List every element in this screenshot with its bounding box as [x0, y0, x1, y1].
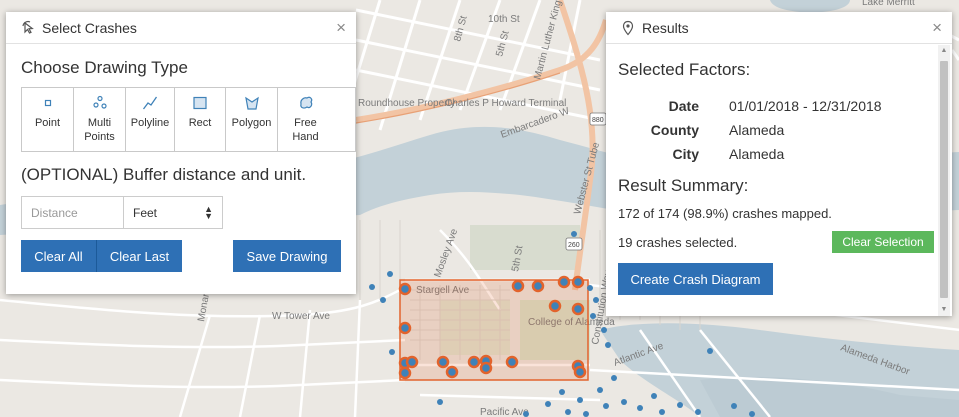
- factor-key: City: [672, 146, 699, 162]
- result-summary-heading: Result Summary:: [618, 176, 749, 195]
- distance-input[interactable]: [21, 196, 124, 229]
- choose-drawing-type-heading: Choose Drawing Type: [21, 58, 188, 77]
- tool-multipoint-button[interactable]: Multi Points: [74, 88, 126, 151]
- tool-point-button[interactable]: Point: [22, 88, 74, 151]
- select-crashes-panel: Select Crashes × Choose Drawing Type Poi…: [6, 12, 356, 294]
- results-content: Selected Factors: Date 01/01/2018 - 12/3…: [606, 45, 938, 316]
- results-title: Results: [642, 19, 689, 36]
- tool-rect-label: Rect: [188, 117, 212, 129]
- clear-all-button[interactable]: Clear All: [21, 240, 97, 272]
- results-scrollbar[interactable]: ▲ ▼: [938, 45, 950, 316]
- select-arrows-icon: ▲ ▼: [204, 203, 213, 221]
- tool-polyline-button[interactable]: Polyline: [126, 88, 175, 151]
- factor-key: County: [650, 122, 699, 138]
- selection-rectangle[interactable]: [399, 279, 589, 381]
- map-label-10th: 10th St: [488, 14, 520, 25]
- create-crash-diagram-button[interactable]: Create Crash Diagram: [618, 263, 773, 295]
- unit-select[interactable]: Feet ▲ ▼: [124, 196, 223, 229]
- map-label-charles: Charles P Howard Terminal: [445, 98, 566, 109]
- crashes-mapped-text: 172 of 174 (98.9%) crashes mapped.: [618, 206, 832, 221]
- rect-icon: [193, 96, 207, 110]
- map-label-roundhouse: Roundhouse Property: [358, 98, 455, 109]
- svg-text:880: 880: [592, 117, 604, 124]
- tool-polyline-label: Polyline: [130, 117, 170, 129]
- scroll-down-icon[interactable]: ▼: [940, 306, 948, 314]
- tool-rect-button[interactable]: Rect: [175, 88, 226, 151]
- selected-factors-heading: Selected Factors:: [618, 60, 751, 79]
- polygon-icon: [244, 96, 259, 110]
- tool-polygon-button[interactable]: Polygon: [226, 88, 278, 151]
- factor-key: Date: [668, 98, 699, 114]
- unit-select-value: Feet: [133, 205, 158, 220]
- cursor-icon: [20, 20, 36, 36]
- crashes-selected-text: 19 crashes selected.: [618, 234, 738, 250]
- tool-freehand-label-2: Hand: [292, 131, 319, 143]
- point-icon: [44, 99, 51, 107]
- factor-value: 01/01/2018 - 12/31/2018: [729, 98, 882, 114]
- selection-row: 19 crashes selected. Clear Selection: [618, 231, 938, 253]
- clear-last-button[interactable]: Clear Last: [97, 240, 182, 272]
- polyline-icon: [142, 96, 158, 110]
- save-drawing-button[interactable]: Save Drawing: [233, 240, 341, 272]
- route-880-shield: 880: [589, 112, 607, 126]
- results-panel: Results × Selected Factors: Date 01/01/2…: [606, 12, 952, 316]
- factor-value: Alameda: [729, 146, 785, 162]
- buffer-row: Feet ▲▼: [21, 196, 356, 229]
- map-label-lake: Lake Merritt: [862, 0, 915, 8]
- scrollbar-thumb[interactable]: [940, 61, 948, 298]
- results-close-icon[interactable]: ×: [932, 19, 942, 36]
- select-crashes-header[interactable]: Select Crashes ×: [6, 12, 356, 44]
- factor-row: Date 01/01/2018 - 12/31/2018: [606, 94, 938, 118]
- tool-multipoint-label-2: Points: [84, 131, 115, 143]
- drawing-tools: Point Multi Points Polyline Rect Polygon …: [21, 87, 356, 152]
- route-260-shield: 260: [565, 237, 583, 251]
- factor-row: City Alameda: [606, 142, 938, 166]
- factors-list: Date 01/01/2018 - 12/31/2018 County Alam…: [606, 94, 938, 166]
- multipoint-icon: [92, 95, 107, 109]
- factor-row: County Alameda: [606, 118, 938, 142]
- tool-freehand-label-1: Free: [294, 117, 317, 129]
- tool-point-label: Point: [34, 117, 61, 129]
- tool-polygon-label: Polygon: [231, 117, 272, 129]
- map-label-pacific: Pacific Ave: [480, 407, 529, 417]
- svg-text:260: 260: [568, 242, 580, 249]
- freehand-icon: [299, 96, 312, 109]
- buffer-heading: (OPTIONAL) Buffer distance and unit.: [21, 165, 307, 184]
- tool-multipoint-label-1: Multi: [87, 117, 112, 129]
- drawing-actions: Clear All Clear Last Save Drawing: [21, 240, 356, 272]
- results-header[interactable]: Results ×: [606, 12, 952, 44]
- factor-value: Alameda: [729, 122, 785, 138]
- select-crashes-close-icon[interactable]: ×: [336, 19, 346, 36]
- map-pin-icon: [620, 20, 636, 36]
- scroll-up-icon[interactable]: ▲: [940, 47, 948, 55]
- clear-selection-button[interactable]: Clear Selection: [832, 231, 934, 253]
- select-crashes-title: Select Crashes: [42, 19, 137, 36]
- map-label-wtower: W Tower Ave: [272, 311, 330, 322]
- tool-freehand-button[interactable]: Free Hand: [278, 88, 333, 151]
